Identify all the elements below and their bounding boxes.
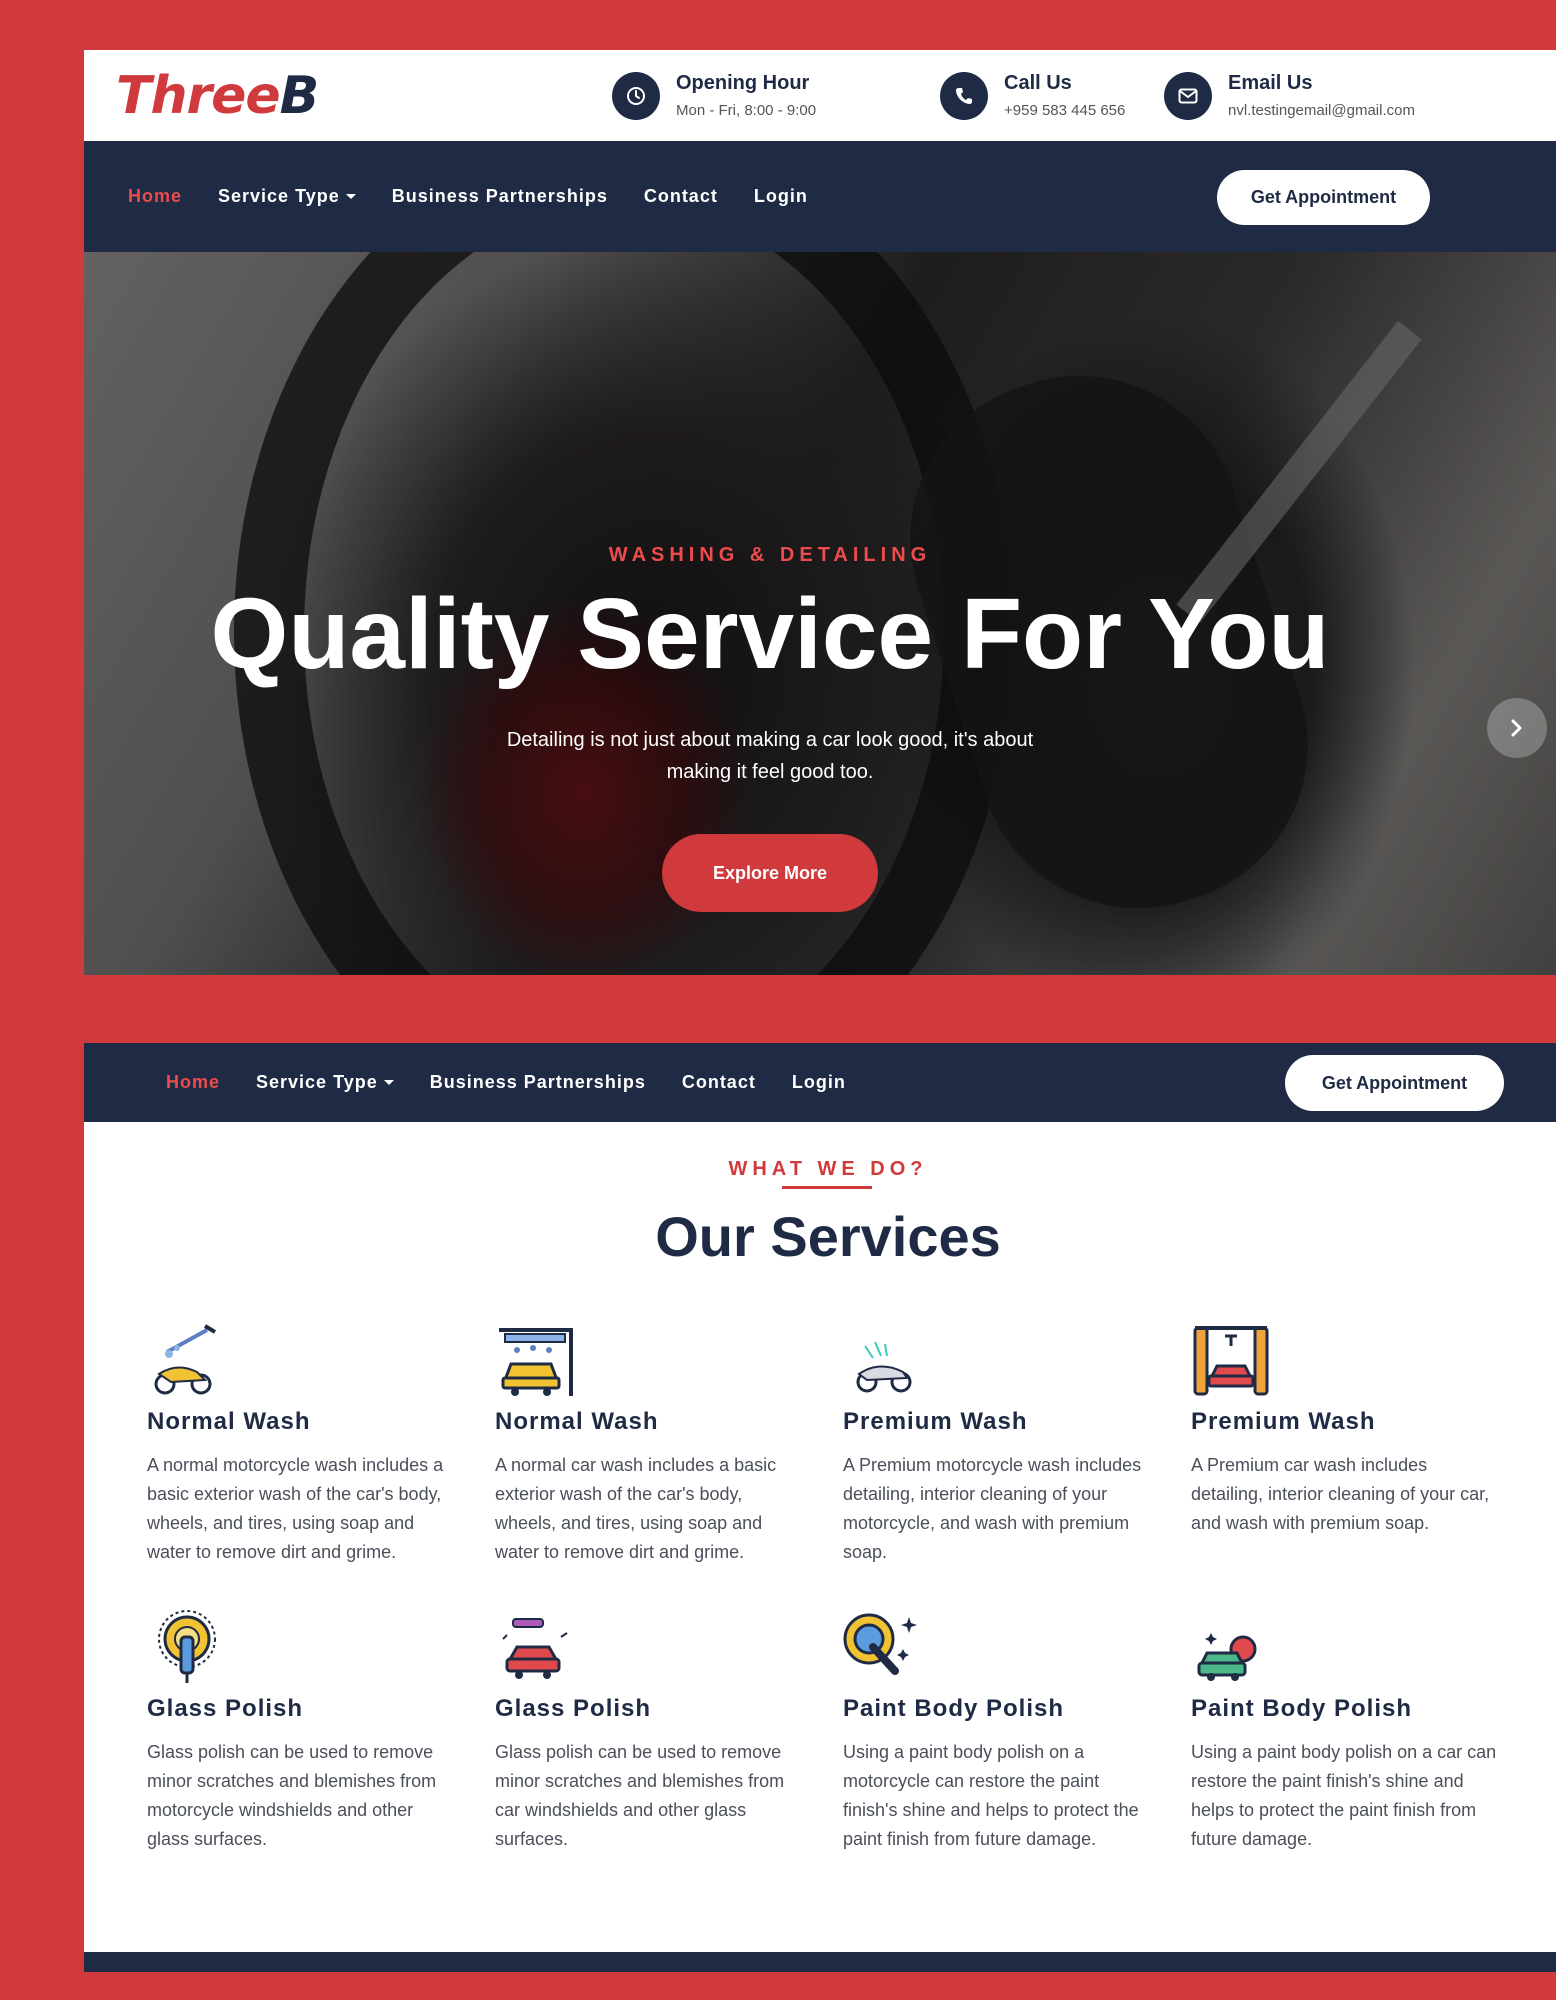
service-description: A normal motorcycle wash includes a basi… xyxy=(147,1455,444,1562)
nav-home[interactable]: Home xyxy=(128,186,182,207)
motorcycle-premium-icon xyxy=(856,1341,912,1393)
service-title: Glass Polish xyxy=(495,1695,652,1722)
service-card[interactable]: Glass Polish Glass polish can be used to… xyxy=(147,1609,457,1854)
footer-top-strip xyxy=(84,1952,1556,1972)
car-glass-polish-icon xyxy=(502,1618,568,1679)
nav-business-partnerships[interactable]: Business Partnerships xyxy=(392,186,608,207)
glass-polish-brush-icon xyxy=(158,1610,216,1683)
chevron-right-icon xyxy=(1511,719,1522,737)
nav-business-partnerships[interactable]: Business Partnerships xyxy=(430,1072,646,1093)
service-description: Glass polish can be used to remove minor… xyxy=(495,1742,785,1849)
email-us-value[interactable]: nvl.testingemail@gmail.com xyxy=(1228,100,1415,122)
nav-contact[interactable]: Contact xyxy=(682,1072,756,1093)
sticky-navbar: Home Service Type Business Partnerships … xyxy=(84,1043,1556,1122)
hero-subtitle: WASHING & DETAILING xyxy=(608,544,932,566)
service-title: Paint Body Polish xyxy=(1191,1695,1413,1722)
service-title: Normal Wash xyxy=(147,1408,311,1435)
service-description: Using a paint body polish on a motorcycl… xyxy=(843,1742,1139,1849)
motorcycle-wash-icon xyxy=(154,1324,217,1395)
nav-service-type[interactable]: Service Type xyxy=(218,186,356,207)
service-description: A Premium motorcycle wash includes detai… xyxy=(843,1455,1142,1562)
nav-service-type-label: Service Type xyxy=(218,186,340,206)
clock-icon xyxy=(612,72,660,120)
brand-logo[interactable]: ThreeB xyxy=(116,66,320,126)
call-us-info: Call Us +959 583 445 656 xyxy=(940,70,1125,122)
nav-service-type-label: Service Type xyxy=(256,1072,378,1092)
envelope-icon xyxy=(1164,72,1212,120)
hero-title: Quality Service For You xyxy=(210,578,1330,690)
nav-login[interactable]: Login xyxy=(792,1072,846,1093)
service-description: A normal car wash includes a basic exter… xyxy=(495,1455,777,1562)
polisher-icon xyxy=(843,1613,917,1675)
get-appointment-button[interactable]: Get Appointment xyxy=(1285,1055,1504,1111)
nav-contact[interactable]: Contact xyxy=(644,186,718,207)
service-description: A Premium car wash includes detailing, i… xyxy=(1191,1455,1490,1533)
logo-text-part2: B xyxy=(279,66,320,126)
service-card[interactable]: Glass Polish Glass polish can be used to… xyxy=(495,1609,805,1854)
services-section: WHAT WE DO? Our Services Normal Wash A n… xyxy=(84,1122,1556,1952)
nav-service-type[interactable]: Service Type xyxy=(256,1072,394,1093)
explore-more-button[interactable]: Explore More xyxy=(662,834,878,912)
caret-down-icon xyxy=(383,1080,394,1085)
service-card[interactable]: Paint Body Polish Using a paint body pol… xyxy=(843,1609,1153,1854)
services-title: Our Services xyxy=(655,1205,1001,1268)
service-card[interactable]: Premium Wash A Premium motorcycle wash i… xyxy=(843,1322,1153,1567)
opening-hour-info: Opening Hour Mon - Fri, 8:00 - 9:00 xyxy=(612,70,816,122)
service-card[interactable]: Paint Body Polish Using a paint body pol… xyxy=(1191,1609,1501,1854)
nav-home[interactable]: Home xyxy=(166,1072,220,1093)
hero-carousel: WASHING & DETAILING Quality Service For … xyxy=(84,252,1556,975)
car-wash-icon xyxy=(499,1328,573,1396)
service-title: Paint Body Polish xyxy=(843,1695,1065,1722)
email-us-title: Email Us xyxy=(1228,72,1313,94)
get-appointment-button[interactable]: Get Appointment xyxy=(1217,170,1430,225)
main-navbar: Home Service Type Business Partnerships … xyxy=(84,141,1556,252)
service-card[interactable]: Normal Wash A normal car wash includes a… xyxy=(495,1322,805,1567)
phone-icon xyxy=(940,72,988,120)
service-title: Normal Wash xyxy=(495,1408,659,1435)
car-premium-wash-icon xyxy=(1193,1326,1269,1396)
hero-description: Detailing is not just about making a car… xyxy=(506,729,1034,783)
service-description: Using a paint body polish on a car can r… xyxy=(1191,1742,1497,1849)
opening-hour-value: Mon - Fri, 8:00 - 9:00 xyxy=(676,102,817,119)
carousel-next-button[interactable] xyxy=(1487,698,1547,758)
logo-text-part1: Three xyxy=(116,66,281,126)
caret-down-icon xyxy=(345,194,356,199)
email-us-info: Email Us nvl.testingemail@gmail.com xyxy=(1164,70,1415,122)
service-card[interactable]: Premium Wash A Premium car wash includes… xyxy=(1191,1322,1501,1538)
service-description: Glass polish can be used to remove minor… xyxy=(147,1742,437,1849)
call-us-title: Call Us xyxy=(1004,72,1072,94)
services-eyebrow: WHAT WE DO? xyxy=(728,1158,928,1180)
opening-hour-title: Opening Hour xyxy=(676,72,810,94)
eyebrow-underline xyxy=(782,1186,872,1189)
service-card[interactable]: Normal Wash A normal motorcycle wash inc… xyxy=(147,1322,457,1567)
service-title: Premium Wash xyxy=(843,1408,1028,1435)
call-us-value[interactable]: +959 583 445 656 xyxy=(1004,100,1125,122)
car-polish-icon xyxy=(1197,1633,1257,1681)
service-title: Premium Wash xyxy=(1191,1408,1376,1435)
top-header: ThreeB Opening Hour Mon - Fri, 8:00 - 9:… xyxy=(84,50,1556,141)
nav-login[interactable]: Login xyxy=(754,186,808,207)
service-title: Glass Polish xyxy=(147,1695,304,1722)
